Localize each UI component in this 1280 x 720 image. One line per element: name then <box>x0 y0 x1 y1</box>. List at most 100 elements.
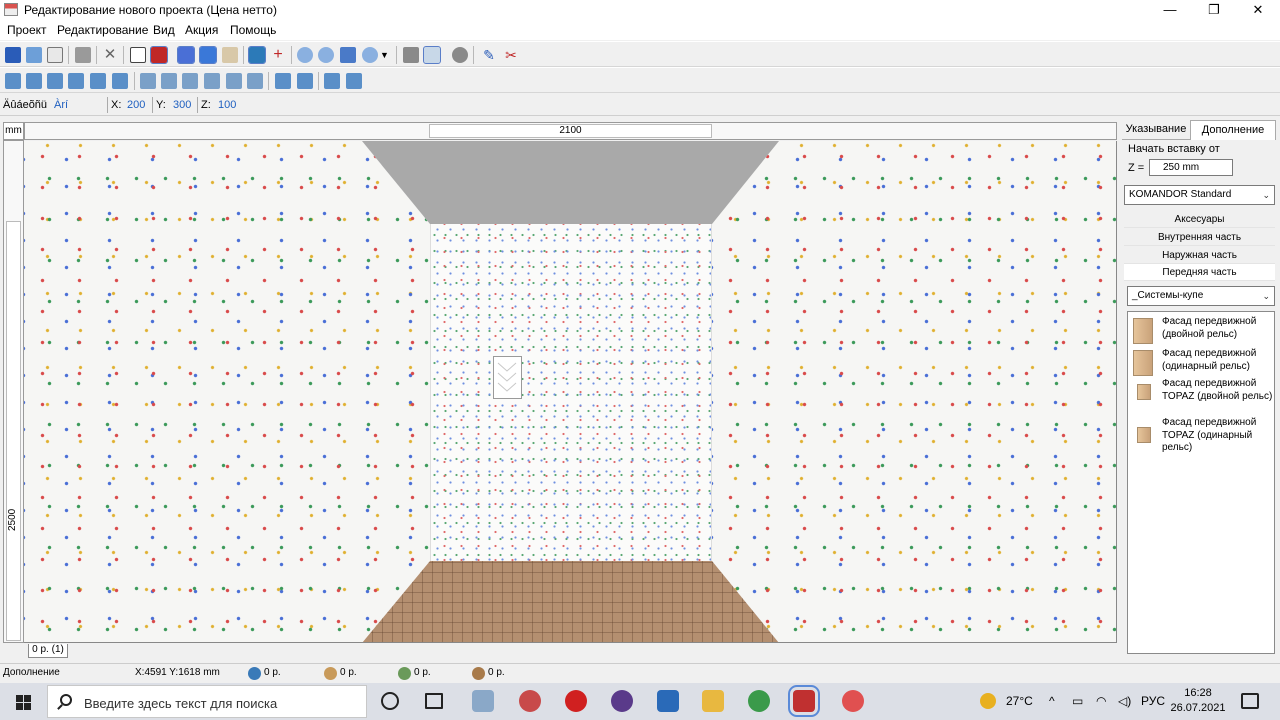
category-accessories[interactable]: Аксесуары <box>1124 211 1275 228</box>
group-icon[interactable] <box>204 73 220 89</box>
dimension-icon[interactable] <box>150 46 168 64</box>
stack-icon[interactable] <box>182 73 198 89</box>
list-item[interactable]: Фасад передвижной (двойной рельс) <box>1133 316 1273 346</box>
save-icon[interactable] <box>5 47 21 63</box>
resize-icon[interactable] <box>346 73 362 89</box>
sliding-door-icon <box>1133 318 1153 344</box>
catalog-select[interactable]: KOMANDOR Standard ⌄ <box>1124 185 1275 205</box>
chevron-down-icon[interactable]: ▼ <box>380 47 396 63</box>
zoom-fit-icon[interactable] <box>340 47 356 63</box>
equal-spacing-icon[interactable] <box>297 73 313 89</box>
opera-icon[interactable] <box>565 690 587 712</box>
notifications-icon[interactable] <box>1241 693 1259 709</box>
weather-icon[interactable] <box>980 693 996 709</box>
menu-project[interactable]: Проект <box>7 23 47 37</box>
door-icon <box>324 667 337 680</box>
catalog-select-value: KOMANDOR Standard <box>1129 189 1232 200</box>
ruler-unit: mm <box>3 122 24 140</box>
view-2d-icon[interactable] <box>130 47 146 63</box>
tab-addition[interactable]: Дополнение <box>1190 120 1276 140</box>
distribute-v-icon[interactable] <box>161 73 177 89</box>
move-icon[interactable] <box>324 73 340 89</box>
open-file-icon[interactable] <box>47 47 63 63</box>
render-icon[interactable] <box>452 47 468 63</box>
list-item[interactable]: Фасад передвижной TOPAZ (одинарный рельс… <box>1133 417 1273 455</box>
app-paint-icon[interactable] <box>472 690 494 712</box>
start-button[interactable] <box>0 683 46 720</box>
ungroup-icon[interactable] <box>247 73 263 89</box>
frame-icon[interactable] <box>199 46 217 64</box>
align-middle-icon[interactable] <box>68 73 84 89</box>
cortana-icon[interactable] <box>381 692 399 710</box>
app-komandor-icon[interactable] <box>788 685 820 717</box>
distribute-h-icon[interactable] <box>140 73 156 89</box>
category-front[interactable]: Передняя часть <box>1124 264 1275 281</box>
close-button[interactable]: ✕ <box>1236 0 1280 20</box>
layer-icon[interactable] <box>226 73 242 89</box>
z-value[interactable]: 100 <box>218 99 236 111</box>
minimize-button[interactable]: — <box>1148 0 1192 20</box>
task-view-icon[interactable] <box>425 693 443 709</box>
snap-icon[interactable] <box>248 46 266 64</box>
wire-view-icon[interactable] <box>423 46 441 64</box>
sheet-tab[interactable]: 0 p. (1) <box>28 644 68 658</box>
x-value[interactable]: 200 <box>127 99 145 111</box>
taskbar-search[interactable]: Введите здесь текст для поиска <box>47 685 367 718</box>
chrome-icon[interactable] <box>748 690 770 712</box>
zoom-menu-icon[interactable] <box>362 47 378 63</box>
solid-view-icon[interactable] <box>403 47 419 63</box>
grid-icon[interactable] <box>177 46 195 64</box>
crosshair-icon[interactable]: + <box>270 47 286 63</box>
door-object[interactable] <box>493 356 522 399</box>
measure-icon[interactable]: ✂ <box>503 47 519 63</box>
app-circle-icon[interactable] <box>611 690 633 712</box>
category-exterior[interactable]: Наружная часть <box>1124 247 1275 264</box>
menu-help[interactable]: Помощь <box>230 23 276 37</box>
weather-temp[interactable]: 27°C <box>1006 694 1033 708</box>
z-insert-input[interactable]: 250 mm <box>1149 159 1233 176</box>
tab-pointing[interactable]: Указывание <box>1122 120 1190 140</box>
texture-icon[interactable] <box>222 47 238 63</box>
maximize-button[interactable]: ❐ <box>1192 0 1236 20</box>
explorer-icon[interactable] <box>702 690 724 712</box>
print-icon[interactable] <box>75 47 91 63</box>
list-item[interactable]: Фасад передвижной TOPAZ (двойной рельс) <box>1133 378 1273 416</box>
chevron-up-icon[interactable]: ^ <box>1049 694 1055 708</box>
toolbar-separator <box>291 46 292 64</box>
app-snip-icon[interactable] <box>519 690 541 712</box>
align-top-icon[interactable] <box>47 73 63 89</box>
y-value[interactable]: 300 <box>173 99 191 111</box>
wifi-icon[interactable]: ◠ <box>1096 694 1106 708</box>
align-left-icon[interactable] <box>5 73 21 89</box>
menu-view[interactable]: Вид <box>153 23 175 37</box>
menu-bar: Проект Редактирование Вид Акция Помощь <box>0 20 1280 40</box>
list-item-label: Фасад передвижной (двойной рельс) <box>1162 316 1257 340</box>
menu-edit[interactable]: Редактирование <box>57 23 148 37</box>
windows-logo-icon <box>16 703 23 710</box>
app-record-icon[interactable] <box>842 690 864 712</box>
category-interior[interactable]: Внутренняя часть <box>1124 229 1275 246</box>
list-item[interactable]: Фасад передвижной (одинарный рельс) <box>1133 348 1273 378</box>
mode-label: Äûáeõñü <box>3 99 48 111</box>
calculator-icon[interactable] <box>657 690 679 712</box>
zoom-in-icon[interactable] <box>297 47 313 63</box>
spacing-icon[interactable] <box>275 73 291 89</box>
mirror-icon[interactable] <box>112 73 128 89</box>
new-file-icon[interactable] <box>26 47 42 63</box>
volume-icon[interactable]: ◁) <box>1118 694 1131 708</box>
rotate-icon[interactable] <box>90 73 106 89</box>
network-icon[interactable]: ▭ <box>1072 694 1083 708</box>
align-center-icon[interactable] <box>26 73 42 89</box>
subcategory-select[interactable]: _Системы-купе ⌄ <box>1127 286 1275 306</box>
delete-icon[interactable]: ✕ <box>102 47 118 63</box>
room-viewport[interactable] <box>24 141 1117 643</box>
menu-action[interactable]: Акция <box>185 23 218 37</box>
magic-wand-icon[interactable]: ✎ <box>481 47 497 63</box>
sliding-door-icon <box>1133 350 1153 376</box>
toolbar-separator <box>396 46 397 64</box>
clock[interactable]: 16:28 26.07.2021 <box>1170 686 1226 716</box>
zoom-out-icon[interactable] <box>318 47 334 63</box>
status-price-4: 0 р. <box>488 667 505 678</box>
language-indicator[interactable]: РУС <box>1141 694 1165 708</box>
right-wall <box>712 141 1116 642</box>
